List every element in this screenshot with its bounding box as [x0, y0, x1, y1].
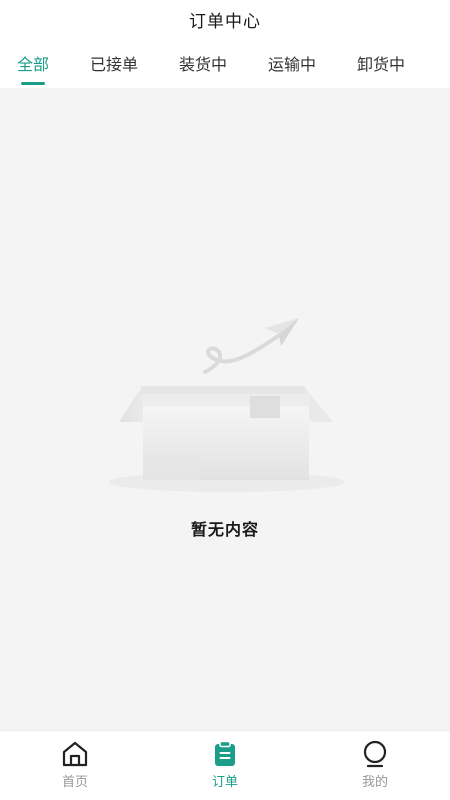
tab-accepted[interactable]: 已接单 [90, 38, 138, 88]
tab-label: 已接单 [90, 55, 139, 74]
nav-label: 我的 [361, 775, 388, 790]
order-status-tabs: 全部 已接单 装货中 运输中 卸货中 已 [0, 38, 450, 88]
tab-label: 装货中 [179, 55, 228, 74]
nav-item-orders[interactable]: 订单 [150, 731, 300, 800]
tab-loading[interactable]: 装货中 [179, 38, 227, 88]
empty-state-text: 暂无内容 [190, 520, 259, 539]
order-list-content: 暂无内容 [0, 88, 450, 730]
tab-completed[interactable]: 已 [446, 38, 450, 88]
home-icon [61, 740, 89, 768]
tab-label: 卸货中 [357, 55, 406, 74]
page-title: 订单中心 [189, 11, 261, 32]
tab-unloading[interactable]: 卸货中 [357, 38, 405, 88]
nav-item-home[interactable]: 首页 [0, 731, 150, 800]
nav-item-profile[interactable]: 我的 [300, 731, 450, 800]
nav-label: 订单 [211, 775, 238, 790]
tab-label: 运输中 [268, 55, 317, 74]
nav-label: 首页 [61, 775, 88, 790]
order-icon [211, 740, 239, 768]
tab-all[interactable]: 全部 [17, 38, 49, 88]
tab-label: 全部 [17, 55, 50, 74]
profile-icon [361, 740, 389, 768]
header: 订单中心 [0, 0, 450, 38]
empty-box-icon [109, 318, 345, 492]
tab-in-transit[interactable]: 运输中 [268, 38, 316, 88]
bottom-navigation: 首页 订单 我的 [0, 730, 450, 800]
tab-active-indicator [21, 82, 45, 85]
